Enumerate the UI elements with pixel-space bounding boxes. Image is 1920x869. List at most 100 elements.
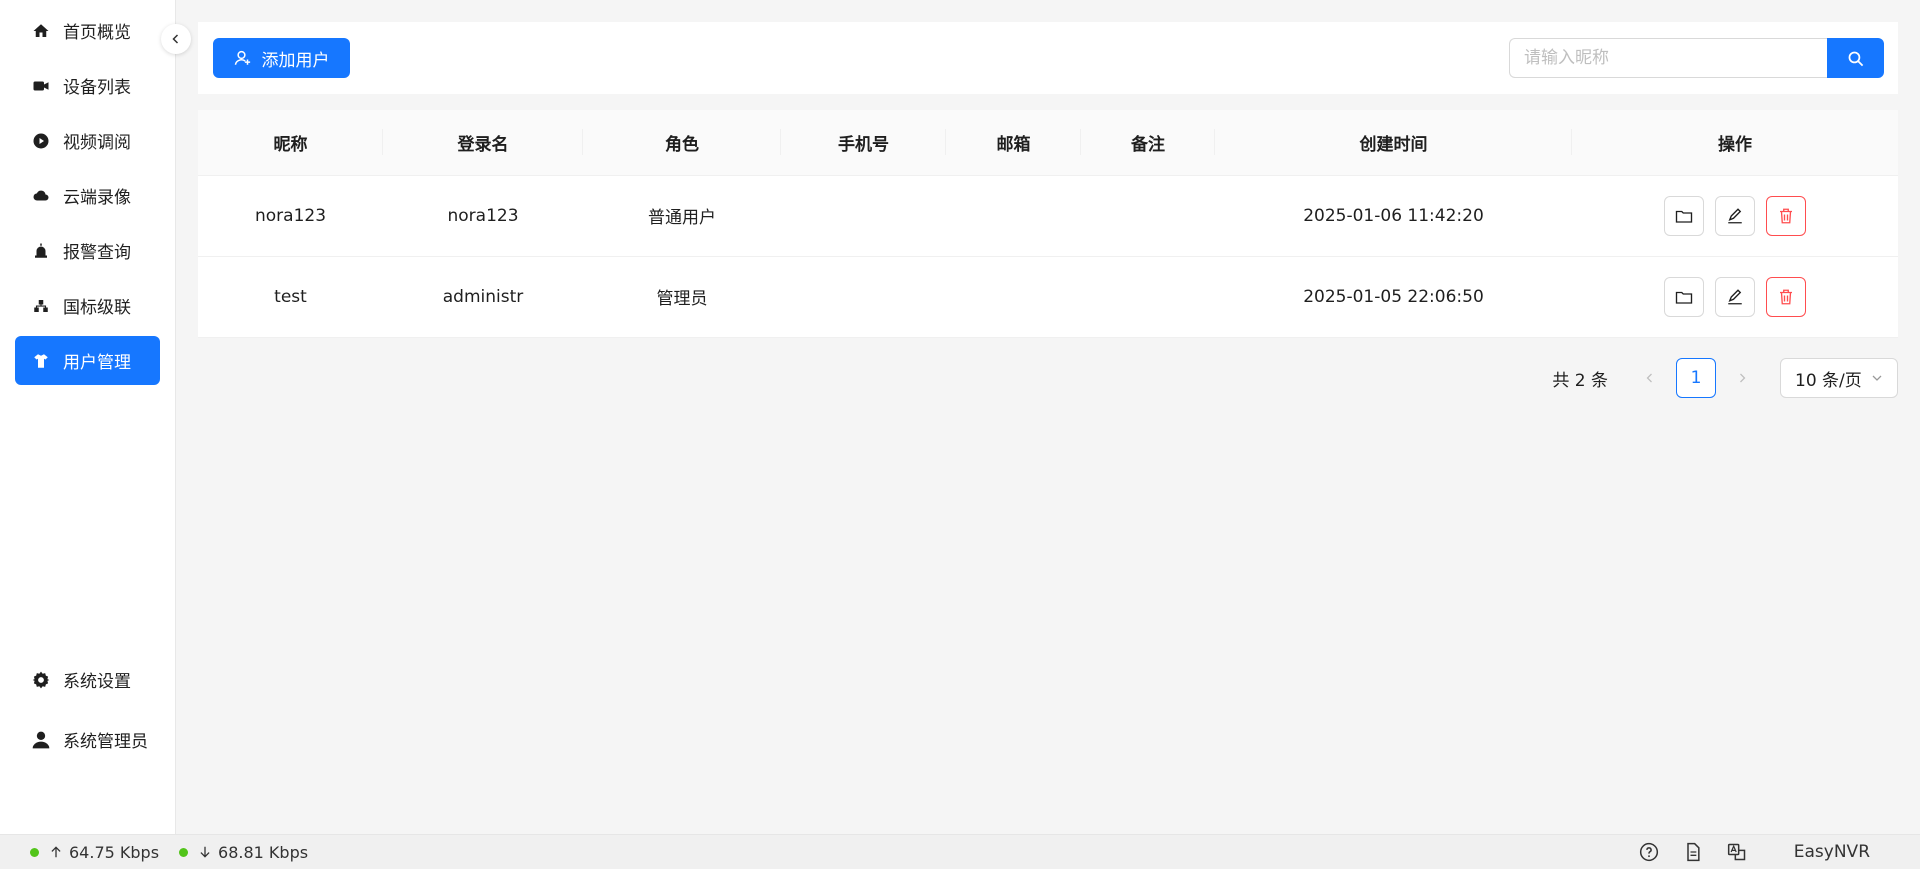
sidebar-item-cascade[interactable]: 国标级联: [15, 281, 160, 330]
page-number-current[interactable]: 1: [1676, 358, 1716, 398]
cell-email: [946, 256, 1081, 338]
sidebar-item-user-management[interactable]: 用户管理: [15, 336, 160, 385]
edit-button[interactable]: [1715, 195, 1755, 236]
edit-button[interactable]: [1715, 276, 1755, 317]
sidebar-item-label: 报警查询: [63, 243, 131, 263]
open-folder-button[interactable]: [1664, 276, 1704, 317]
search-button[interactable]: [1827, 38, 1884, 78]
search-icon: [1847, 50, 1864, 67]
alarm-icon: [31, 241, 51, 261]
cell-remark: [1081, 175, 1215, 257]
upload-rate-value: 64.75 Kbps: [69, 842, 160, 862]
open-folder-button[interactable]: [1664, 195, 1704, 236]
sidebar-item-label: 国标级联: [63, 298, 131, 318]
search-input[interactable]: [1509, 38, 1827, 78]
sidebar-item-label: 首页概览: [63, 23, 131, 43]
chevron-left-icon: [1644, 372, 1656, 384]
cell-role: 普通用户: [583, 175, 781, 257]
edit-icon: [1726, 207, 1744, 225]
document-icon: [1683, 842, 1703, 862]
folder-icon: [1675, 288, 1693, 306]
cell-remark: [1081, 256, 1215, 338]
next-page-button[interactable]: [1722, 358, 1762, 398]
column-header-created[interactable]: 创建时间: [1215, 110, 1572, 176]
help-icon: [1639, 842, 1659, 862]
cell-nickname: test: [198, 256, 383, 338]
sidebar-item-settings[interactable]: 系统设置: [15, 655, 160, 704]
sidebar-item-alarm[interactable]: 报警查询: [15, 226, 160, 275]
arrow-up-icon: [49, 845, 63, 859]
cell-login: nora123: [383, 175, 583, 257]
translate-icon: [1727, 842, 1747, 862]
sidebar-item-admin[interactable]: 系统管理员: [15, 715, 160, 764]
delete-button[interactable]: [1766, 195, 1806, 236]
cell-phone: [781, 175, 946, 257]
sidebar: 首页概览 设备列表 视频调阅 云端录像 报警查询 国标级联 用户管理 系统设置 …: [0, 0, 176, 834]
sidebar-item-label: 视频调阅: [63, 133, 131, 153]
status-actions: EasyNVR: [1638, 841, 1870, 863]
user-table: 昵称 登录名 角色 手机号 邮箱 备注 创建时间 操作 nora123 nora…: [198, 110, 1898, 338]
cloud-icon: [31, 186, 51, 206]
sidebar-item-label: 系统管理员: [63, 732, 148, 752]
brand-name: EasyNVR: [1793, 842, 1870, 862]
trash-icon: [1777, 207, 1795, 225]
cell-nickname: nora123: [198, 175, 383, 257]
cell-phone: [781, 256, 946, 338]
upload-rate: 64.75 Kbps: [30, 843, 159, 862]
column-header-actions: 操作: [1572, 110, 1898, 176]
sidebar-item-label: 设备列表: [63, 78, 131, 98]
camera-icon: [31, 76, 51, 96]
column-header-nickname[interactable]: 昵称: [198, 110, 383, 176]
translate-button[interactable]: [1726, 841, 1748, 863]
column-header-login[interactable]: 登录名: [383, 110, 583, 176]
add-user-button[interactable]: 添加用户: [213, 38, 350, 78]
gear-icon: [31, 670, 51, 690]
sidebar-item-label: 云端录像: [63, 188, 131, 208]
sidebar-item-label: 用户管理: [63, 353, 131, 373]
status-bar: 64.75 Kbps 68.81 Kbps EasyNVR: [0, 834, 1920, 869]
help-button[interactable]: [1638, 841, 1660, 863]
sidebar-item-label: 系统设置: [63, 672, 131, 692]
chevron-down-icon: [1871, 372, 1883, 384]
page-size-value: 10 条/页: [1795, 370, 1862, 391]
search-group: [1509, 38, 1884, 78]
column-header-remark[interactable]: 备注: [1081, 110, 1215, 176]
column-header-email[interactable]: 邮箱: [946, 110, 1081, 176]
cell-created: 2025-01-06 11:42:20: [1215, 175, 1572, 257]
prev-page-button[interactable]: [1630, 358, 1670, 398]
sidebar-item-home[interactable]: 首页概览: [15, 6, 160, 55]
arrow-down-icon: [198, 845, 212, 859]
table-header-row: 昵称 登录名 角色 手机号 邮箱 备注 创建时间 操作: [198, 110, 1898, 176]
delete-button[interactable]: [1766, 276, 1806, 317]
download-rate-value: 68.81 Kbps: [218, 842, 309, 862]
table-row: test administr 管理员 2025-01-05 22:06:50: [198, 256, 1898, 338]
chevron-left-icon: [170, 33, 182, 45]
sidebar-item-video[interactable]: 视频调阅: [15, 116, 160, 165]
cell-login: administr: [383, 256, 583, 338]
page-size-select[interactable]: 10 条/页: [1780, 358, 1898, 398]
sidebar-collapse-button[interactable]: [161, 24, 191, 54]
pagination: 共 2 条 1 10 条/页: [1552, 358, 1898, 398]
pagination-total: 共 2 条: [1552, 370, 1608, 391]
column-header-role[interactable]: 角色: [583, 110, 781, 176]
cell-email: [946, 175, 1081, 257]
home-icon: [31, 21, 51, 41]
download-rate: 68.81 Kbps: [179, 843, 308, 862]
sidebar-item-devices[interactable]: 设备列表: [15, 61, 160, 110]
document-button[interactable]: [1682, 841, 1704, 863]
trash-icon: [1777, 288, 1795, 306]
cell-role: 管理员: [583, 256, 781, 338]
cell-created: 2025-01-05 22:06:50: [1215, 256, 1572, 338]
cell-actions: [1572, 175, 1898, 257]
column-header-phone[interactable]: 手机号: [781, 110, 946, 176]
edit-icon: [1726, 288, 1744, 306]
user-manage-icon: [31, 351, 51, 371]
chevron-right-icon: [1736, 372, 1748, 384]
status-dot: [179, 847, 189, 857]
play-circle-icon: [31, 131, 51, 151]
user-icon: [31, 730, 51, 750]
toolbar: 添加用户: [198, 22, 1898, 94]
add-user-icon: [234, 49, 252, 67]
table-row: nora123 nora123 普通用户 2025-01-06 11:42:20: [198, 175, 1898, 257]
sidebar-item-cloud-record[interactable]: 云端录像: [15, 171, 160, 220]
